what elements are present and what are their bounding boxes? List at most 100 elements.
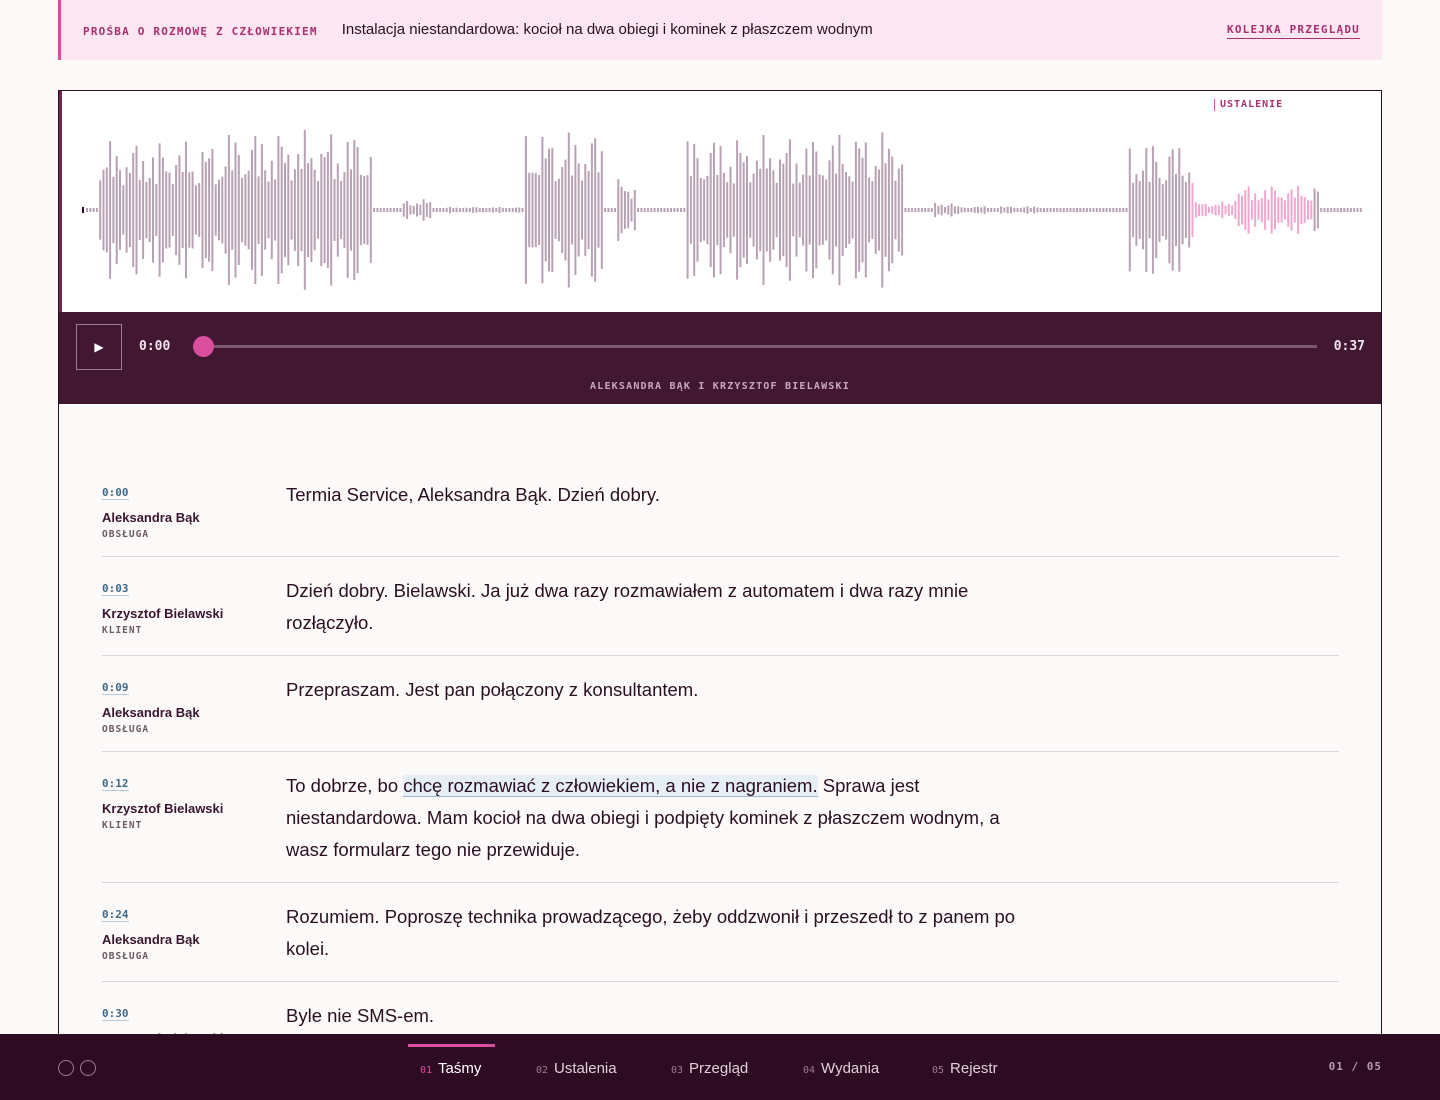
waveform-bar: [706, 175, 709, 245]
text-segment: Termia Service, Aleksandra Bąk. Dzień do…: [286, 484, 660, 505]
waveform-bar: [782, 163, 785, 257]
waveform-bar: [482, 208, 484, 212]
waveform-bar: [1112, 208, 1115, 212]
seek-bar[interactable]: [204, 345, 1317, 348]
waveform-bar: [267, 181, 270, 239]
waveform-bar: [260, 144, 263, 276]
waveform-bar: [356, 147, 359, 274]
waveform-panel[interactable]: USTALENIE: [59, 91, 1381, 312]
turn-text: Przepraszam. Jest pan połączony z konsul…: [286, 674, 1046, 735]
waveform-bar: [1201, 204, 1204, 216]
waveform-bar: [495, 208, 498, 212]
waveform-bar: [864, 142, 867, 278]
circle-icon[interactable]: [80, 1060, 96, 1076]
banner-title: Instalacja niestandardowa: kocioł na dwa…: [341, 21, 873, 38]
waveform-bar: [1056, 208, 1059, 212]
waveform-bar: [419, 204, 422, 216]
waveform-bar: [977, 207, 979, 213]
waveform-bar: [1019, 208, 1022, 212]
timestamp-link[interactable]: 0:09: [102, 681, 129, 695]
recording-card: USTALENIE ▶ 0:00 0:37 ALEKSANDRA BĄK I K…: [58, 90, 1382, 1100]
waveform-bar: [343, 172, 346, 248]
highlighted-quote: chcę rozmawiać z człowiekiem, a nie z na…: [403, 775, 818, 797]
waveform-bar: [303, 130, 306, 290]
waveform-bar: [841, 164, 844, 256]
waveform-bar: [854, 141, 857, 279]
nav-tab-5[interactable]: 05 Rejestr: [932, 1060, 998, 1077]
waveform-bar: [986, 208, 989, 212]
timestamp-link[interactable]: 0:00: [102, 486, 129, 500]
waveform-bar: [1234, 201, 1237, 219]
waveform-bar: [488, 208, 491, 212]
waveform-bar: [1326, 208, 1329, 212]
waveform[interactable]: [62, 91, 1382, 312]
waveform-bar: [465, 207, 468, 213]
waveform-bar: [623, 191, 626, 229]
text-segment: Byle nie SMS-em.: [286, 1005, 435, 1026]
transcript-turn: 0:09 Aleksandra Bąk OBSŁUGA Przepraszam. Je…: [102, 656, 1339, 752]
waveform-bar: [1010, 206, 1012, 214]
waveform-bar: [703, 179, 706, 241]
waveform-bar: [696, 158, 699, 262]
waveform-bar: [944, 207, 946, 213]
waveform-bar: [1082, 208, 1085, 212]
waveform-bar: [383, 208, 385, 212]
waveform-bar: [1346, 208, 1349, 212]
waveform-bar: [468, 208, 471, 212]
waveform-bar: [1297, 185, 1300, 235]
seek-handle[interactable]: [193, 336, 214, 357]
total-time: 0:37: [1333, 339, 1365, 354]
waveform-bar: [251, 150, 253, 270]
timestamp-link[interactable]: 0:12: [102, 777, 129, 791]
waveform-bar: [237, 154, 240, 265]
waveform-bar: [891, 156, 894, 264]
waveform-bar: [828, 160, 831, 260]
transcript-turn: 0:24 Aleksandra Bąk OBSŁUGA Rozumiem. Popro…: [102, 883, 1339, 982]
waveform-bar: [1307, 200, 1309, 220]
waveform-bar: [185, 141, 187, 279]
waveform-bar: [1349, 208, 1352, 212]
waveform-bar: [165, 171, 168, 249]
waveform-bar: [765, 168, 768, 252]
waveform-bar: [884, 163, 887, 257]
nav-tab-3[interactable]: 03 Przegląd: [671, 1060, 748, 1077]
nav-tab-4[interactable]: 04 Wydania: [803, 1060, 879, 1077]
timestamp-link[interactable]: 0:30: [102, 1007, 129, 1021]
finding-marker[interactable]: USTALENIE: [1214, 99, 1283, 111]
waveform-bar: [1224, 205, 1227, 215]
waveform-bar: [1033, 206, 1036, 214]
waveform-bar: [452, 208, 455, 212]
waveform-bar: [1250, 200, 1253, 220]
waveform-bar: [1145, 147, 1148, 272]
waveform-bar: [392, 208, 395, 212]
nav-tab-1[interactable]: 01 Taśmy: [420, 1060, 481, 1077]
waveform-bar: [960, 207, 963, 213]
waveform-bar: [1211, 206, 1214, 214]
waveform-bar: [924, 208, 927, 212]
waveform-bar: [1277, 197, 1280, 223]
timestamp-link[interactable]: 0:03: [102, 582, 129, 596]
waveform-bar: [686, 141, 689, 279]
waveform-bar: [627, 191, 630, 229]
waveform-bar: [290, 180, 293, 240]
waveform-bar: [148, 177, 151, 243]
speaker-name: Aleksandra Bąk: [102, 510, 200, 525]
waveform-bar: [135, 145, 138, 275]
circle-icon[interactable]: [58, 1060, 74, 1076]
waveform-bar: [762, 135, 765, 285]
nav-tab-2[interactable]: 02 Ustalenia: [536, 1060, 617, 1077]
waveform-bar: [1340, 208, 1342, 212]
waveform-bar: [1016, 208, 1019, 212]
waveform-bar: [1076, 208, 1078, 212]
timestamp-link[interactable]: 0:24: [102, 908, 129, 922]
waveform-bar: [402, 203, 405, 217]
waveform-bar: [1095, 208, 1098, 212]
waveform-bar: [1125, 208, 1128, 212]
waveform-bar: [1336, 208, 1339, 212]
play-button[interactable]: ▶: [76, 324, 122, 370]
waveform-bar: [366, 175, 369, 245]
waveform-bar: [277, 136, 280, 284]
review-queue-link[interactable]: KOLEJKA PRZEGLĄDU: [1227, 23, 1360, 39]
waveform-bar: [1059, 208, 1062, 212]
turn-meta: 0:00 Aleksandra Bąk OBSŁUGA: [102, 483, 286, 540]
